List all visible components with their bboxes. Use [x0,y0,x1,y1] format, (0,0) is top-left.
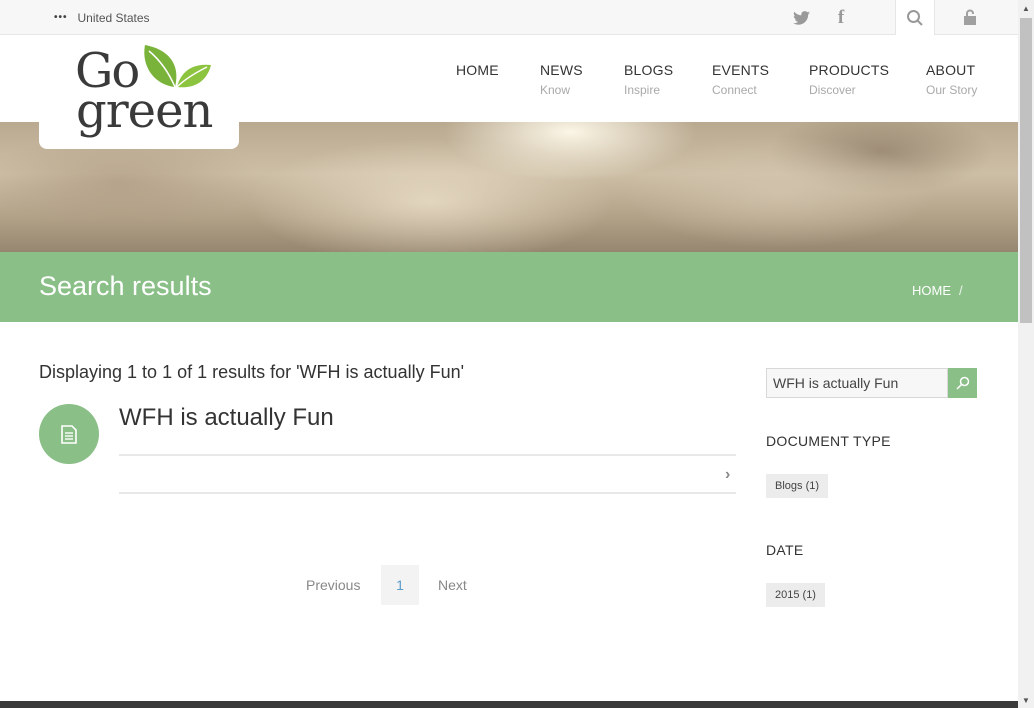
top-bar: ••• United States f [0,0,1018,35]
facet-tag-2015[interactable]: 2015 (1) [766,583,825,607]
facet-heading-document-type: DOCUMENT TYPE [766,433,891,449]
nav-sublabel: Connect [712,83,757,97]
nav-item-blogs[interactable]: BLOGS Inspire [624,62,673,97]
page-title-band: Search results HOME / [0,252,1018,322]
nav-label: BLOGS [624,62,674,78]
breadcrumb: HOME / [912,283,963,298]
results-summary: Displaying 1 to 1 of 1 results for 'WFH … [39,362,465,382]
facet-tag-blogs[interactable]: Blogs (1) [766,474,829,498]
search-input[interactable] [766,368,948,398]
nav-item-products[interactable]: PRODUCTS Discover [809,62,889,97]
nav-item-news[interactable]: NEWS Know [540,62,583,97]
nav-label: PRODUCTS [809,62,890,78]
facebook-icon[interactable]: f [821,0,861,35]
document-icon [39,404,99,464]
scrollbar-thumb[interactable] [1020,18,1032,323]
nav-item-home[interactable]: HOME [456,62,499,78]
more-dots-icon: ••• [54,12,68,23]
vertical-scrollbar[interactable]: ▲ ▼ [1018,0,1034,708]
current-page-button[interactable]: 1 [381,565,419,605]
facet-heading-date: DATE [766,542,804,558]
search-submit-button[interactable] [948,368,977,398]
nav-item-about[interactable]: ABOUT Our Story [926,62,977,97]
twitter-icon[interactable] [781,0,821,35]
chevron-right-icon[interactable]: › [725,466,730,484]
region-label: United States [77,10,150,25]
nav-sublabel: Know [540,83,571,97]
nav-label: EVENTS [712,62,770,78]
nav-label: ABOUT [926,62,976,78]
next-page-button[interactable]: Next [438,577,467,593]
nav-sublabel: Inspire [624,83,661,97]
footer [0,701,1018,708]
scroll-down-arrow-icon[interactable]: ▼ [1018,692,1034,708]
page-title: Search results [39,271,212,301]
nav-sublabel: Discover [809,83,856,97]
lock-icon[interactable] [950,0,990,35]
breadcrumb-separator: / [959,283,963,298]
result-title-link[interactable]: WFH is actually Fun [119,404,334,432]
divider [119,492,736,494]
nav-item-events[interactable]: EVENTS Connect [712,62,769,97]
nav-label: NEWS [540,62,583,78]
divider [119,454,736,456]
search-icon[interactable] [895,0,935,35]
logo[interactable]: Go green [39,35,239,149]
leaf-icon [144,45,211,88]
nav-sublabel: Our Story [926,83,978,97]
region-selector[interactable]: ••• United States [54,0,150,35]
previous-page-button[interactable]: Previous [306,577,360,593]
nav-label: HOME [456,62,499,78]
breadcrumb-home[interactable]: HOME [912,283,951,298]
scroll-up-arrow-icon[interactable]: ▲ [1018,0,1034,16]
search-icon [955,376,969,390]
